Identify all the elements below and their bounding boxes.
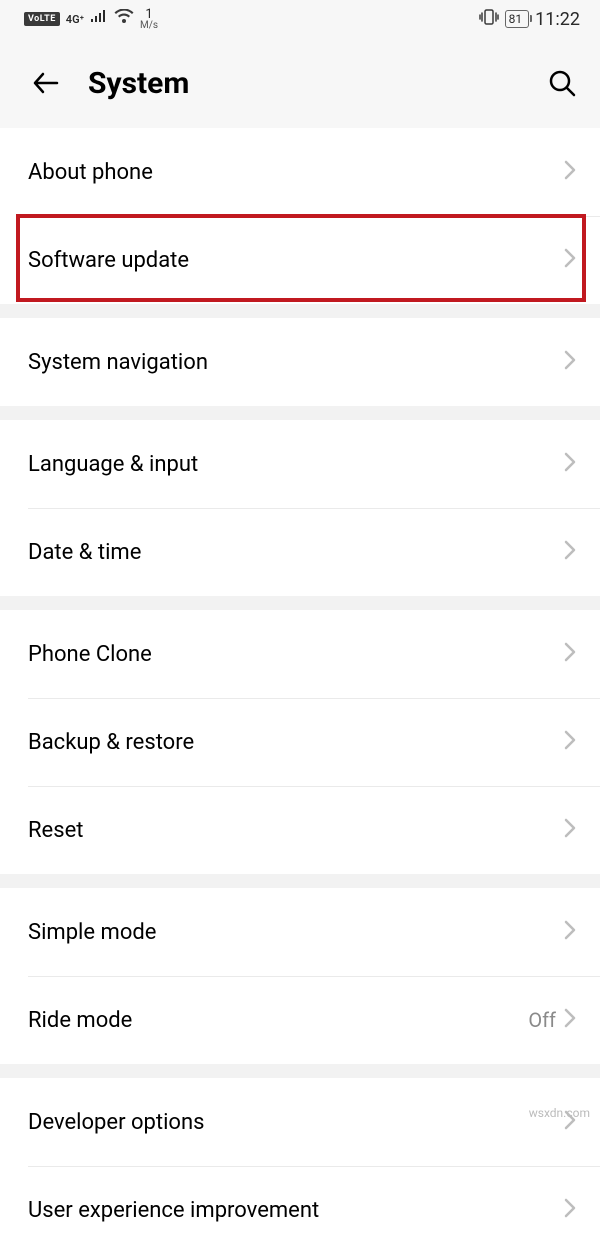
settings-group: About phone Software update	[0, 128, 600, 304]
chevron-right-icon	[564, 730, 576, 754]
row-date-time[interactable]: Date & time	[0, 508, 600, 596]
signal-icon	[90, 10, 108, 28]
chevron-right-icon	[564, 1198, 576, 1222]
row-label: Simple mode	[28, 920, 564, 945]
vibrate-icon	[479, 8, 499, 30]
battery-indicator: 81	[505, 10, 530, 28]
settings-group: Language & input Date & time	[0, 420, 600, 596]
row-about-phone[interactable]: About phone	[0, 128, 600, 216]
watermark: wsxdn.com	[529, 1106, 590, 1120]
row-label: User experience improvement	[28, 1198, 564, 1223]
status-left: VoLTE 4G⁺ 1 M/s	[24, 8, 158, 31]
row-user-experience[interactable]: User experience improvement	[0, 1166, 600, 1254]
chevron-right-icon	[564, 920, 576, 944]
row-language-input[interactable]: Language & input	[0, 420, 600, 508]
row-label: Phone Clone	[28, 642, 564, 667]
search-button[interactable]	[544, 65, 580, 101]
settings-group: System navigation	[0, 318, 600, 406]
row-backup-restore[interactable]: Backup & restore	[0, 698, 600, 786]
chevron-right-icon	[564, 160, 576, 184]
row-reset[interactable]: Reset	[0, 786, 600, 874]
status-right: 81 11:22	[479, 8, 580, 30]
settings-group: Developer options User experience improv…	[0, 1078, 600, 1254]
back-button[interactable]	[28, 65, 64, 101]
row-label: Ride mode	[28, 1008, 528, 1033]
chevron-right-icon	[564, 818, 576, 842]
page-title: System	[88, 66, 520, 101]
row-ride-mode[interactable]: Ride mode Off	[0, 976, 600, 1064]
row-software-update[interactable]: Software update	[0, 216, 600, 304]
row-label: Reset	[28, 818, 564, 843]
network-speed: 1 M/s	[140, 8, 158, 31]
row-label: Date & time	[28, 540, 564, 565]
chevron-right-icon	[564, 540, 576, 564]
row-simple-mode[interactable]: Simple mode	[0, 888, 600, 976]
row-label: Language & input	[28, 452, 564, 477]
chevron-right-icon	[564, 642, 576, 666]
row-system-navigation[interactable]: System navigation	[0, 318, 600, 406]
clock: 11:22	[535, 9, 580, 30]
settings-group: Simple mode Ride mode Off	[0, 888, 600, 1064]
settings-group: Phone Clone Backup & restore Reset	[0, 610, 600, 874]
back-arrow-icon	[31, 68, 61, 98]
row-label: System navigation	[28, 350, 564, 375]
chevron-right-icon	[564, 350, 576, 374]
status-bar: VoLTE 4G⁺ 1 M/s 81 11:22	[0, 0, 600, 38]
row-developer-options[interactable]: Developer options	[0, 1078, 600, 1166]
row-label: About phone	[28, 160, 564, 185]
volte-badge: VoLTE	[24, 12, 60, 26]
wifi-icon	[114, 9, 134, 29]
chevron-right-icon	[564, 452, 576, 476]
row-label: Software update	[28, 248, 564, 273]
row-label: Developer options	[28, 1110, 564, 1135]
header: System	[0, 38, 600, 128]
row-label: Backup & restore	[28, 730, 564, 755]
row-value: Off	[528, 1008, 556, 1032]
row-phone-clone[interactable]: Phone Clone	[0, 610, 600, 698]
chevron-right-icon	[564, 1008, 576, 1032]
network-gen: 4G⁺	[66, 13, 84, 26]
chevron-right-icon	[564, 248, 576, 272]
search-icon	[547, 68, 577, 98]
